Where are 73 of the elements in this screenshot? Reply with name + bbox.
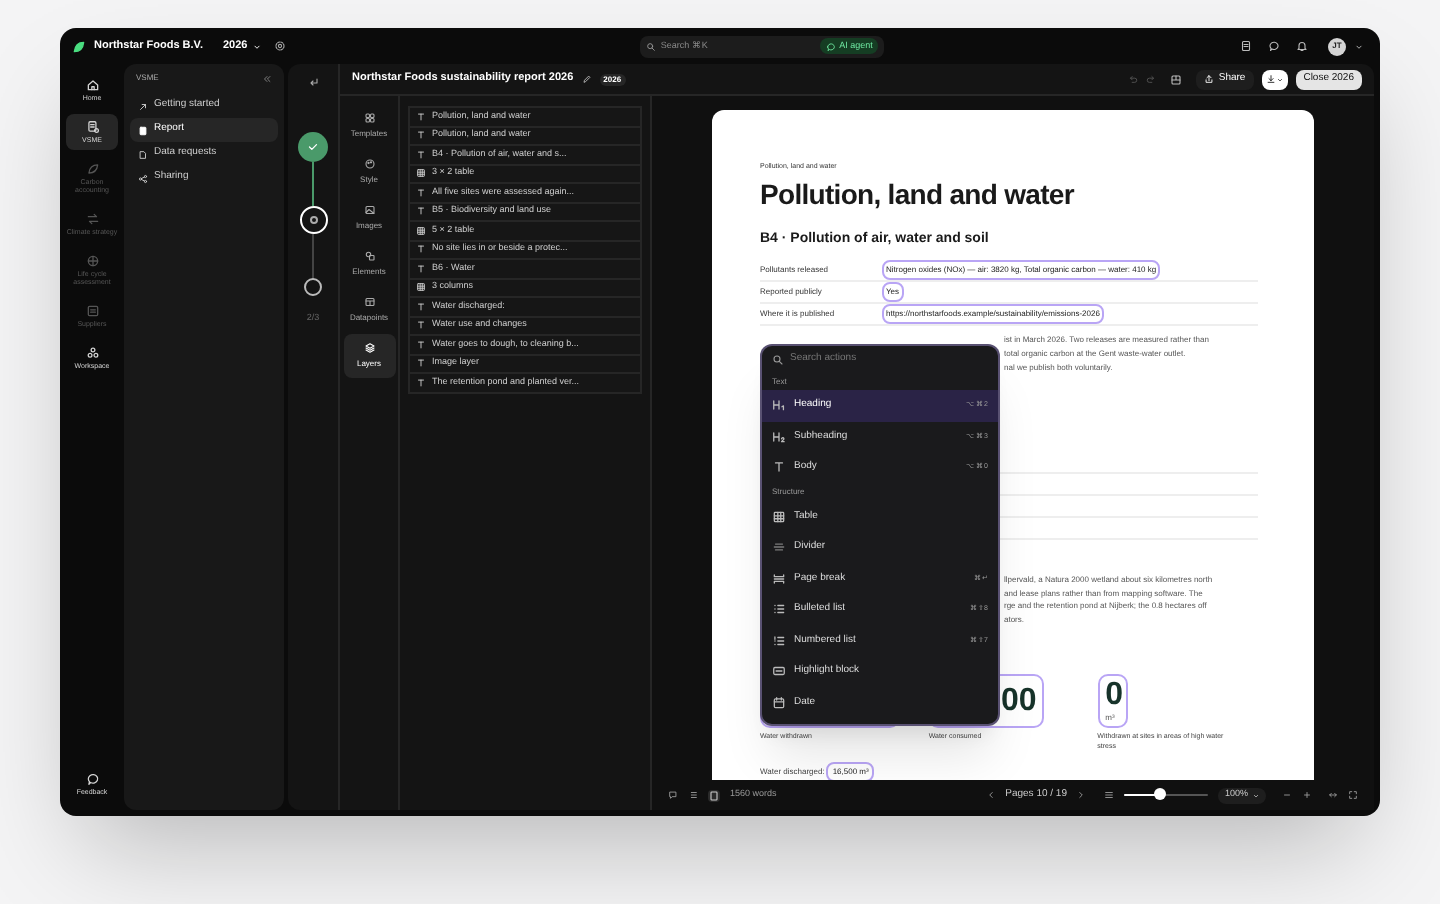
zoom-in-icon[interactable]	[1302, 790, 1312, 800]
text-icon	[416, 339, 426, 350]
text-icon	[416, 130, 426, 141]
layout-icon[interactable]	[1170, 73, 1183, 85]
page-break-icon	[772, 571, 786, 586]
table-icon	[416, 225, 426, 236]
fit-width-icon[interactable]	[1328, 790, 1338, 800]
table-icon	[772, 509, 786, 524]
divider-icon	[772, 540, 786, 555]
leaf-icon	[85, 162, 99, 176]
text-icon	[416, 111, 426, 122]
home-icon	[85, 78, 99, 92]
globe-icon	[85, 254, 99, 268]
heading-icon	[772, 398, 786, 413]
caret-icon	[1354, 41, 1364, 51]
caret-icon	[251, 41, 262, 51]
circles-icon	[85, 346, 99, 360]
grid-icon	[363, 112, 375, 124]
expand-icon[interactable]	[1348, 790, 1358, 800]
search-icon	[772, 353, 784, 365]
step-done-icon[interactable]	[298, 132, 328, 162]
shapes-icon	[363, 250, 375, 262]
text-icon	[416, 187, 426, 198]
chat-icon[interactable]	[1268, 40, 1280, 52]
chat-icon	[825, 41, 836, 51]
chat-icon	[85, 771, 99, 786]
grid-icon[interactable]	[1104, 790, 1115, 800]
download-button[interactable]	[1261, 69, 1288, 89]
numbered-list-icon	[772, 633, 786, 648]
settings-icon[interactable]	[273, 40, 286, 52]
text-icon	[416, 301, 426, 312]
page-title: Pollution, land and water	[760, 178, 1077, 211]
document-icon	[138, 125, 148, 135]
text-icon	[416, 377, 426, 388]
text-icon	[416, 206, 426, 217]
edit-icon[interactable]	[581, 74, 592, 84]
report-icon	[85, 120, 99, 134]
page-icon[interactable]	[708, 789, 720, 801]
share-icon	[138, 173, 148, 183]
back-icon[interactable]	[307, 76, 319, 88]
text-icon	[772, 460, 786, 475]
download-icon	[1265, 74, 1276, 84]
text-icon	[416, 358, 426, 369]
step-current-icon[interactable]	[299, 206, 327, 234]
step-todo-icon[interactable]	[304, 278, 322, 296]
text-icon	[416, 320, 426, 331]
highlight-icon	[772, 664, 786, 679]
check-icon	[306, 140, 320, 154]
list-icon[interactable]	[688, 790, 698, 800]
table-icon	[363, 296, 375, 308]
text-icon	[416, 263, 426, 274]
list-icon	[85, 304, 99, 318]
table-icon	[416, 282, 426, 293]
next-icon[interactable]	[1076, 790, 1087, 800]
subheading-icon	[772, 429, 786, 444]
text-icon	[416, 149, 426, 160]
arrows-icon	[85, 212, 99, 226]
leaf-icon	[72, 39, 86, 53]
layers-icon	[363, 342, 375, 354]
palette-icon	[363, 158, 375, 170]
bulleted-list-icon	[772, 602, 786, 617]
text-icon	[416, 244, 426, 255]
document-icon	[138, 149, 148, 159]
bell-icon[interactable]	[1296, 40, 1308, 52]
share-icon	[1204, 74, 1215, 84]
arrow-icon	[138, 101, 148, 111]
search-icon	[646, 41, 657, 51]
comment-icon[interactable]	[668, 790, 678, 800]
image-icon	[363, 204, 375, 216]
previous-icon[interactable]	[985, 790, 996, 800]
document-icon[interactable]	[1240, 40, 1252, 52]
calendar-icon	[772, 695, 786, 710]
table-icon	[416, 168, 426, 179]
